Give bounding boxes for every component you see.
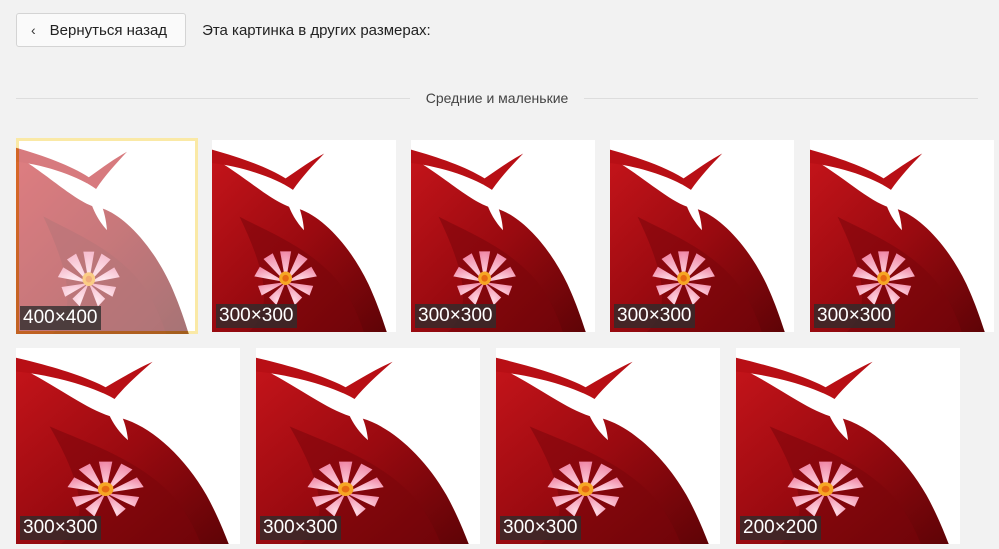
section-divider: Средние и маленькие bbox=[16, 90, 979, 106]
size-label: 300×300 bbox=[260, 516, 341, 540]
lotus-ribbon-image bbox=[496, 348, 720, 544]
section-title: Средние и маленькие bbox=[425, 90, 569, 106]
back-button-label: Вернуться назад bbox=[49, 21, 168, 39]
size-label: 300×300 bbox=[216, 304, 297, 328]
image-thumbnail[interactable]: 300×300 bbox=[610, 140, 794, 332]
image-thumbnail[interactable]: 300×300 bbox=[411, 140, 595, 332]
other-sizes-label: Эта картинка в других размерах: bbox=[202, 21, 431, 39]
size-label: 300×300 bbox=[500, 516, 581, 540]
lotus-ribbon-image bbox=[16, 138, 198, 334]
top-bar: ‹ Вернуться назад Эта картинка в других … bbox=[16, 12, 431, 48]
image-thumbnail[interactable]: 300×300 bbox=[16, 348, 240, 544]
size-label: 200×200 bbox=[740, 516, 821, 540]
image-thumbnail[interactable]: 300×300 bbox=[256, 348, 480, 544]
image-thumbnail[interactable]: 200×200 bbox=[736, 348, 960, 544]
size-label: 300×300 bbox=[814, 304, 895, 328]
size-label: 300×300 bbox=[20, 516, 101, 540]
size-label: 400×400 bbox=[20, 306, 101, 330]
size-label: 300×300 bbox=[614, 304, 695, 328]
image-thumbnail[interactable]: 300×300 bbox=[496, 348, 720, 544]
lotus-ribbon-image bbox=[16, 348, 240, 544]
back-button[interactable]: ‹ Вернуться назад bbox=[16, 13, 187, 47]
size-label: 300×300 bbox=[415, 304, 496, 328]
divider-line-left bbox=[16, 97, 410, 99]
lotus-ribbon-image bbox=[736, 348, 960, 544]
image-thumbnail[interactable]: 300×300 bbox=[212, 140, 396, 332]
chevron-left-icon: ‹ bbox=[31, 22, 36, 38]
lotus-ribbon-image bbox=[256, 348, 480, 544]
image-thumbnail-selected[interactable]: 400×400 bbox=[16, 138, 198, 334]
divider-line-right bbox=[584, 97, 979, 99]
image-thumbnail[interactable]: 300×300 bbox=[810, 140, 994, 332]
